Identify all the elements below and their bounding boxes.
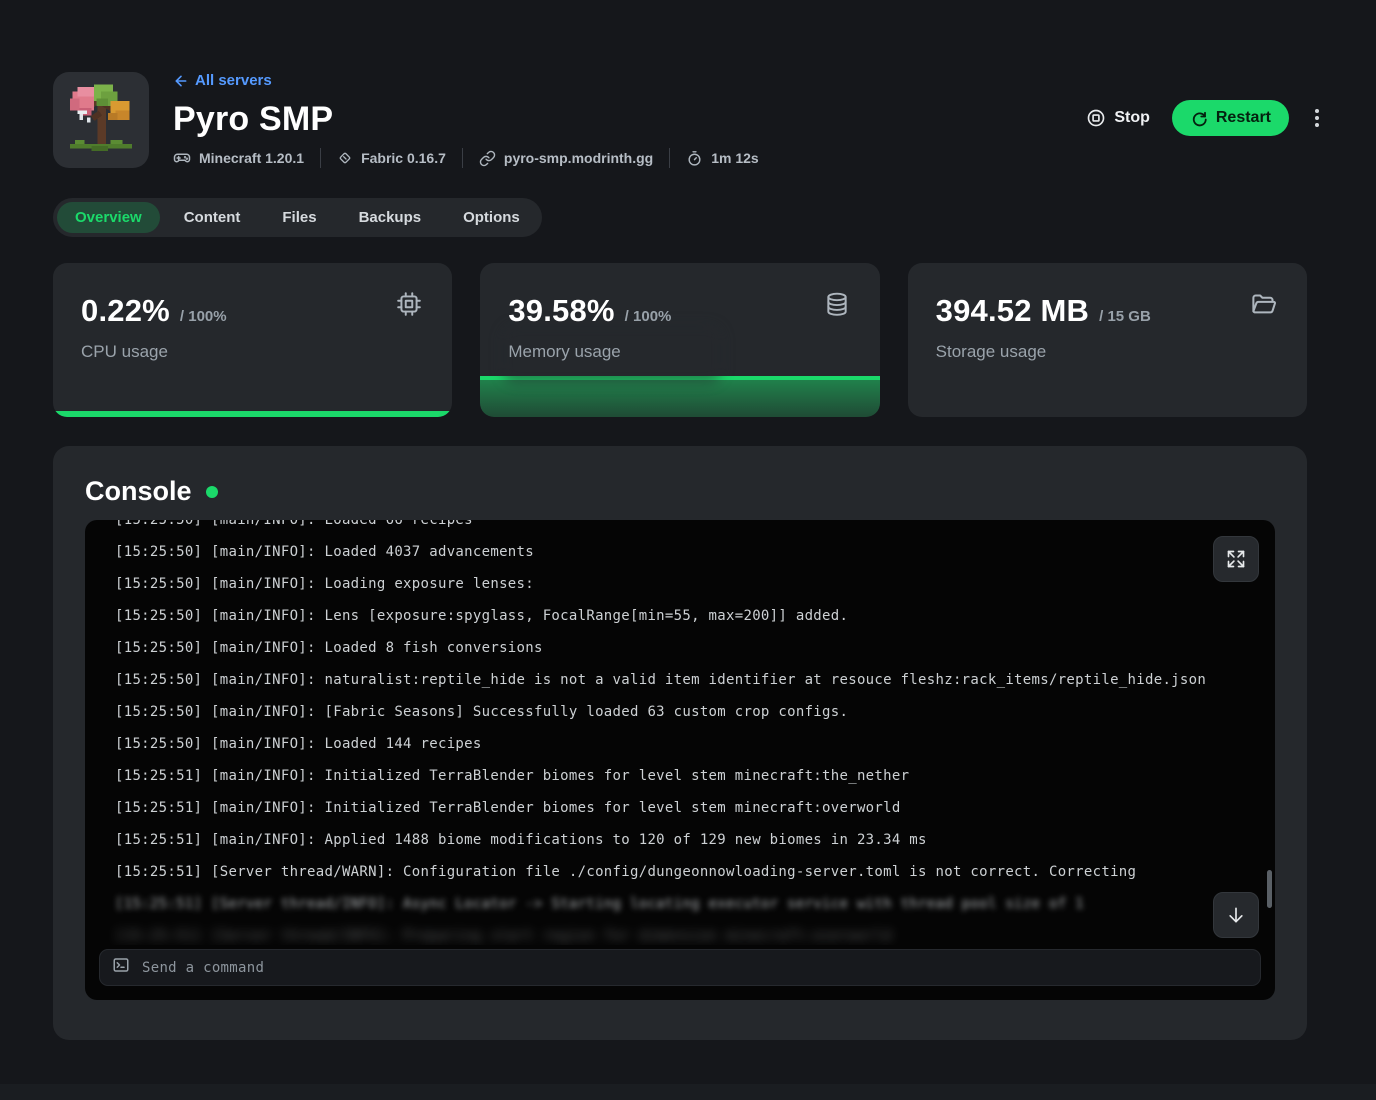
- cpu-usage-limit: / 100%: [180, 308, 227, 325]
- timer-icon: [686, 150, 703, 167]
- restart-label: Restart: [1216, 109, 1271, 127]
- memory-usage-value: 39.58%: [508, 293, 614, 329]
- memory-usage-card: 39.58% / 100% Memory usage: [480, 263, 879, 417]
- cpu-icon: [396, 291, 422, 322]
- tab-content[interactable]: Content: [166, 202, 259, 233]
- link-icon: [479, 150, 496, 167]
- folder-icon: [1250, 291, 1277, 323]
- server-tabs: Overview Content Files Backups Options: [53, 198, 542, 237]
- online-status-dot: [206, 486, 218, 498]
- tab-files[interactable]: Files: [264, 202, 334, 233]
- gamepad-icon: [173, 149, 191, 167]
- kebab-dot: [1315, 116, 1319, 120]
- command-input[interactable]: [142, 960, 1248, 976]
- meta-domain[interactable]: pyro-smp.modrinth.gg: [479, 150, 653, 167]
- tab-overview[interactable]: Overview: [57, 202, 160, 233]
- storage-usage-label: Storage usage: [936, 342, 1279, 362]
- restart-button[interactable]: Restart: [1172, 100, 1289, 136]
- kebab-dot: [1315, 109, 1319, 113]
- server-domain-label: pyro-smp.modrinth.gg: [504, 150, 653, 166]
- memory-usage-label: Memory usage: [508, 342, 851, 362]
- server-header: All servers Pyro SMP Minecraft 1.20.1 Fa…: [53, 72, 1323, 168]
- console-terminal[interactable]: [15:25:50] [main/INFO]: Loaded 66 recipe…: [85, 520, 1275, 1000]
- cpu-usage-value: 0.22%: [81, 293, 170, 329]
- all-servers-link[interactable]: All servers: [173, 72, 759, 89]
- meta-uptime: 1m 12s: [686, 150, 758, 167]
- stop-label: Stop: [1114, 109, 1150, 127]
- log-line: [15:25:51] [main/INFO]: Initialized Terr…: [115, 760, 1245, 792]
- meta-game-version: Minecraft 1.20.1: [173, 149, 304, 167]
- stop-icon: [1086, 108, 1106, 128]
- meta-divider: [320, 148, 321, 168]
- cpu-usage-card: 0.22% / 100% CPU usage: [53, 263, 452, 417]
- loader-version-label: Fabric 0.16.7: [361, 150, 446, 166]
- more-options-button[interactable]: [1311, 103, 1323, 133]
- log-line: [15:25:50] [main/INFO]: naturalist:repti…: [115, 664, 1245, 696]
- log-line: [15:25:50] [main/INFO]: Lens [exposure:s…: [115, 600, 1245, 632]
- server-actions: Stop Restart: [1086, 100, 1323, 136]
- cpu-usage-bar: [53, 411, 452, 417]
- expand-icon: [1226, 549, 1246, 569]
- command-input-row[interactable]: [99, 949, 1261, 986]
- storage-usage-limit: / 15 GB: [1099, 308, 1151, 325]
- fullscreen-button[interactable]: [1213, 536, 1259, 582]
- tab-backups[interactable]: Backups: [341, 202, 440, 233]
- kebab-dot: [1315, 123, 1319, 127]
- terminal-icon: [112, 956, 130, 979]
- page-title: Pyro SMP: [173, 102, 759, 136]
- arrow-down-icon: [1226, 905, 1246, 925]
- meta-divider: [462, 148, 463, 168]
- log-line-incoming: [15:25:51] [Server thread/INFO]: Prepari…: [115, 920, 1245, 945]
- stop-button[interactable]: Stop: [1086, 108, 1150, 128]
- log-line: [15:25:51] [main/INFO]: Applied 1488 bio…: [115, 824, 1245, 856]
- game-version-label: Minecraft 1.20.1: [199, 150, 304, 166]
- storage-usage-value: 394.52 MB: [936, 293, 1089, 329]
- log-line: [15:25:50] [main/INFO]: Loaded 8 fish co…: [115, 632, 1245, 664]
- restart-icon: [1190, 109, 1208, 127]
- server-meta-row: Minecraft 1.20.1 Fabric 0.16.7 pyro-smp.…: [173, 148, 759, 168]
- log-line: [15:25:50] [main/INFO]: Loading exposure…: [115, 568, 1245, 600]
- database-icon: [824, 291, 850, 322]
- server-identity: All servers Pyro SMP Minecraft 1.20.1 Fa…: [173, 72, 759, 168]
- back-arrow-icon: [173, 73, 189, 89]
- log-line: [15:25:50] [main/INFO]: [Fabric Seasons]…: [115, 696, 1245, 728]
- meta-loader: Fabric 0.16.7: [337, 150, 446, 166]
- console-title: Console: [85, 476, 192, 507]
- server-avatar: [53, 72, 149, 168]
- storage-usage-card: 394.52 MB / 15 GB Storage usage: [908, 263, 1307, 417]
- uptime-label: 1m 12s: [711, 150, 758, 166]
- console-card: Console [15:25:50] [main/INFO]: Loaded 6…: [53, 446, 1307, 1040]
- all-servers-label: All servers: [195, 72, 272, 89]
- seasons-tree-image: [63, 82, 139, 158]
- server-overview-page: All servers Pyro SMP Minecraft 1.20.1 Fa…: [0, 0, 1376, 1100]
- memory-usage-limit: / 100%: [625, 308, 672, 325]
- console-scrollbar[interactable]: [1267, 870, 1272, 908]
- log-line: [15:25:51] [main/INFO]: Initialized Terr…: [115, 792, 1245, 824]
- console-header: Console: [85, 476, 218, 507]
- console-log[interactable]: [15:25:50] [main/INFO]: Loaded 66 recipe…: [85, 520, 1275, 945]
- log-line-incoming: [15:25:51] [Server thread/INFO]: Async L…: [115, 888, 1245, 920]
- cpu-usage-label: CPU usage: [81, 342, 424, 362]
- scroll-to-bottom-button[interactable]: [1213, 892, 1259, 938]
- log-line: [15:25:51] [Server thread/WARN]: Configu…: [115, 856, 1245, 888]
- log-line: [15:25:50] [main/INFO]: Loaded 66 recipe…: [115, 520, 1245, 536]
- log-line: [15:25:50] [main/INFO]: Loaded 4037 adva…: [115, 536, 1245, 568]
- log-line: [15:25:50] [main/INFO]: Loaded 144 recip…: [115, 728, 1245, 760]
- meta-divider: [669, 148, 670, 168]
- tab-options[interactable]: Options: [445, 202, 538, 233]
- loader-icon: [337, 150, 353, 166]
- footer-strip: [0, 1084, 1376, 1100]
- stats-row: 0.22% / 100% CPU usage 39.58% / 100% Mem…: [53, 263, 1307, 417]
